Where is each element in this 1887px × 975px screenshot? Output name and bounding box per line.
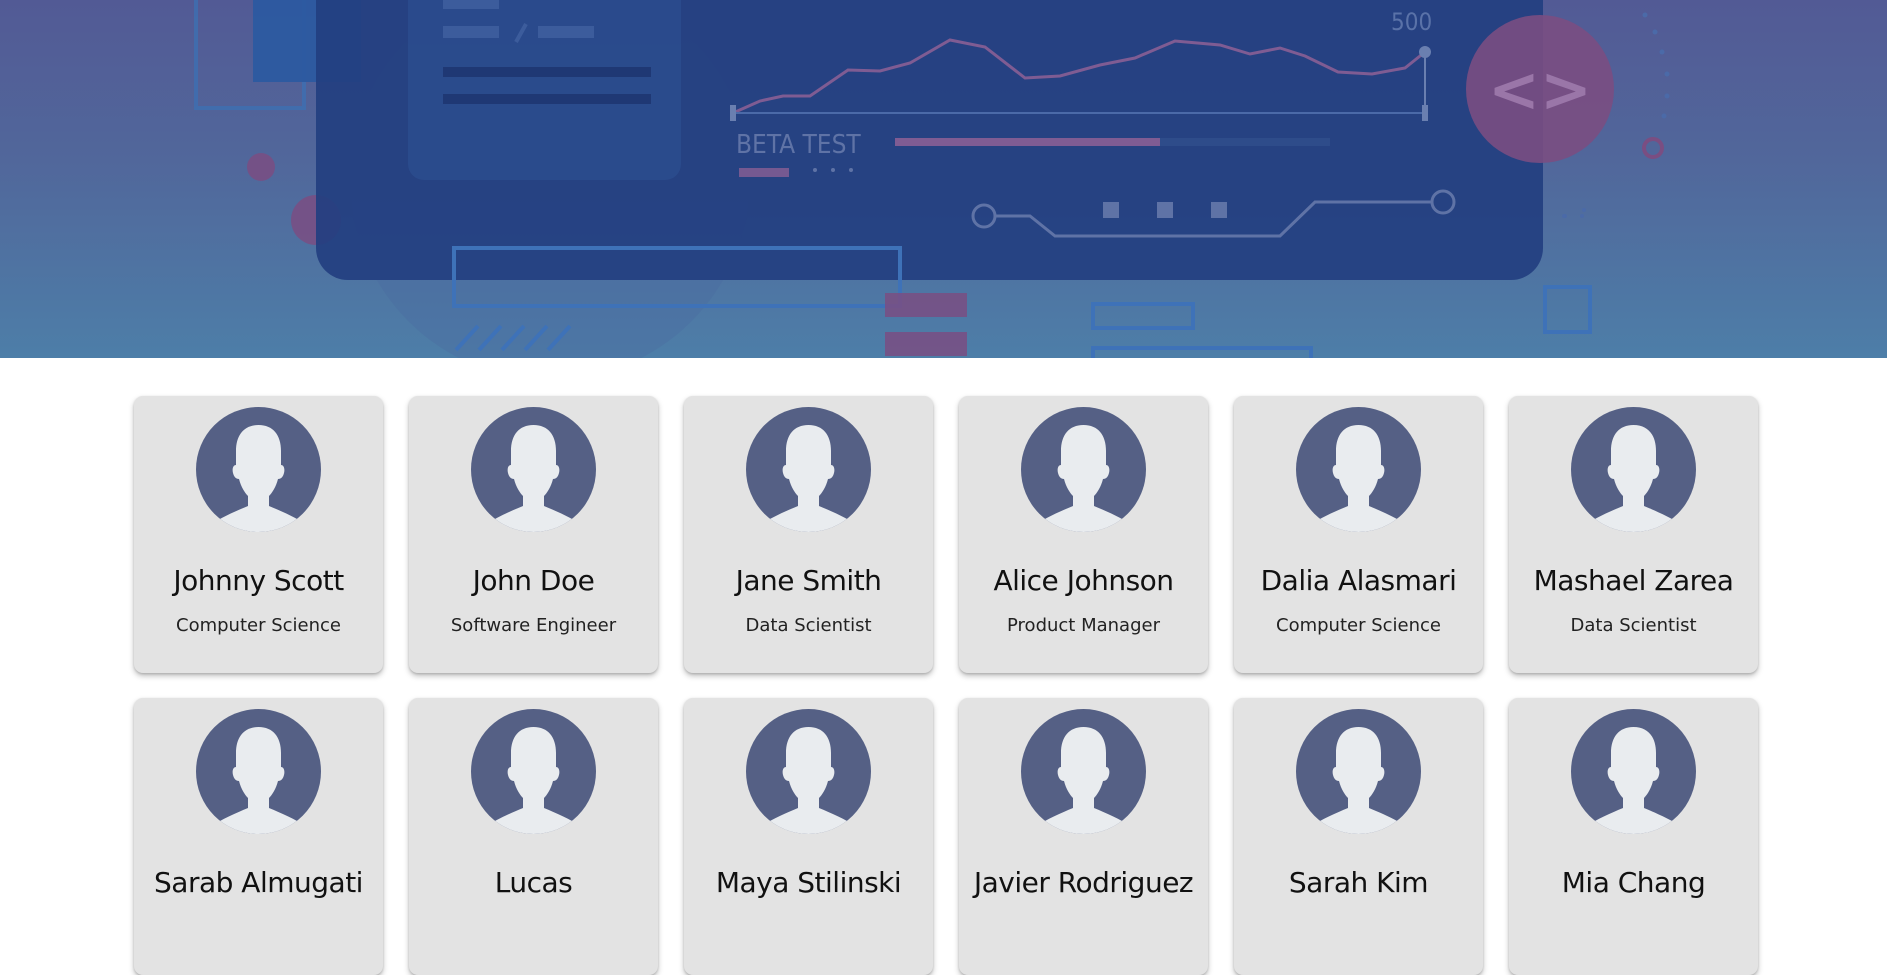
user-avatar-icon [1021, 407, 1146, 532]
profile-grid: Johnny Scott Computer Science John Doe S… [0, 0, 1887, 975]
profile-role: Data Scientist [1570, 615, 1697, 636]
profile-card[interactable]: Alice Johnson Product Manager [959, 396, 1208, 673]
user-avatar-icon [746, 407, 871, 532]
profile-name: Dalia Alasmari [1260, 564, 1457, 597]
profile-role: Computer Science [176, 615, 341, 636]
user-avatar-icon [1021, 709, 1146, 834]
user-avatar-icon [1296, 709, 1421, 834]
profile-name: Lucas [494, 866, 573, 899]
profile-name: Javier Rodriguez [973, 866, 1194, 899]
profile-card[interactable]: Maya Stilinski [684, 698, 933, 975]
profile-card[interactable]: Dalia Alasmari Computer Science [1234, 396, 1483, 673]
user-avatar-icon [196, 407, 321, 532]
user-avatar-icon [1571, 407, 1696, 532]
profile-card[interactable]: Lucas [409, 698, 658, 975]
profile-role: Data Scientist [745, 615, 872, 636]
profile-name: Mashael Zarea [1533, 564, 1734, 597]
profile-role: Software Engineer [450, 615, 617, 636]
user-avatar-icon [746, 709, 871, 834]
profile-name: Jane Smith [735, 564, 882, 597]
profile-card[interactable]: John Doe Software Engineer [409, 396, 658, 673]
profile-card[interactable]: Javier Rodriguez [959, 698, 1208, 975]
profile-name: Sarah Kim [1288, 866, 1429, 899]
profile-role: Product Manager [1007, 615, 1160, 636]
profile-card[interactable]: Mia Chang [1509, 698, 1758, 975]
user-avatar-icon [1296, 407, 1421, 532]
profile-card[interactable]: Jane Smith Data Scientist [684, 396, 933, 673]
profile-name: Mia Chang [1561, 866, 1706, 899]
profile-card[interactable]: Sarah Kim [1234, 698, 1483, 975]
profile-name: John Doe [472, 564, 595, 597]
user-avatar-icon [471, 407, 596, 532]
profile-name: Alice Johnson [993, 564, 1174, 597]
profile-name: Johnny Scott [173, 564, 344, 597]
profile-name: Maya Stilinski [715, 866, 902, 899]
profile-card[interactable]: Johnny Scott Computer Science [134, 396, 383, 673]
user-avatar-icon [196, 709, 321, 834]
profile-role: Computer Science [1276, 615, 1441, 636]
profile-card[interactable]: Sarab Almugati [134, 698, 383, 975]
profile-name: Sarab Almugati [154, 866, 363, 899]
user-avatar-icon [471, 709, 596, 834]
profile-card[interactable]: Mashael Zarea Data Scientist [1509, 396, 1758, 673]
user-avatar-icon [1571, 709, 1696, 834]
